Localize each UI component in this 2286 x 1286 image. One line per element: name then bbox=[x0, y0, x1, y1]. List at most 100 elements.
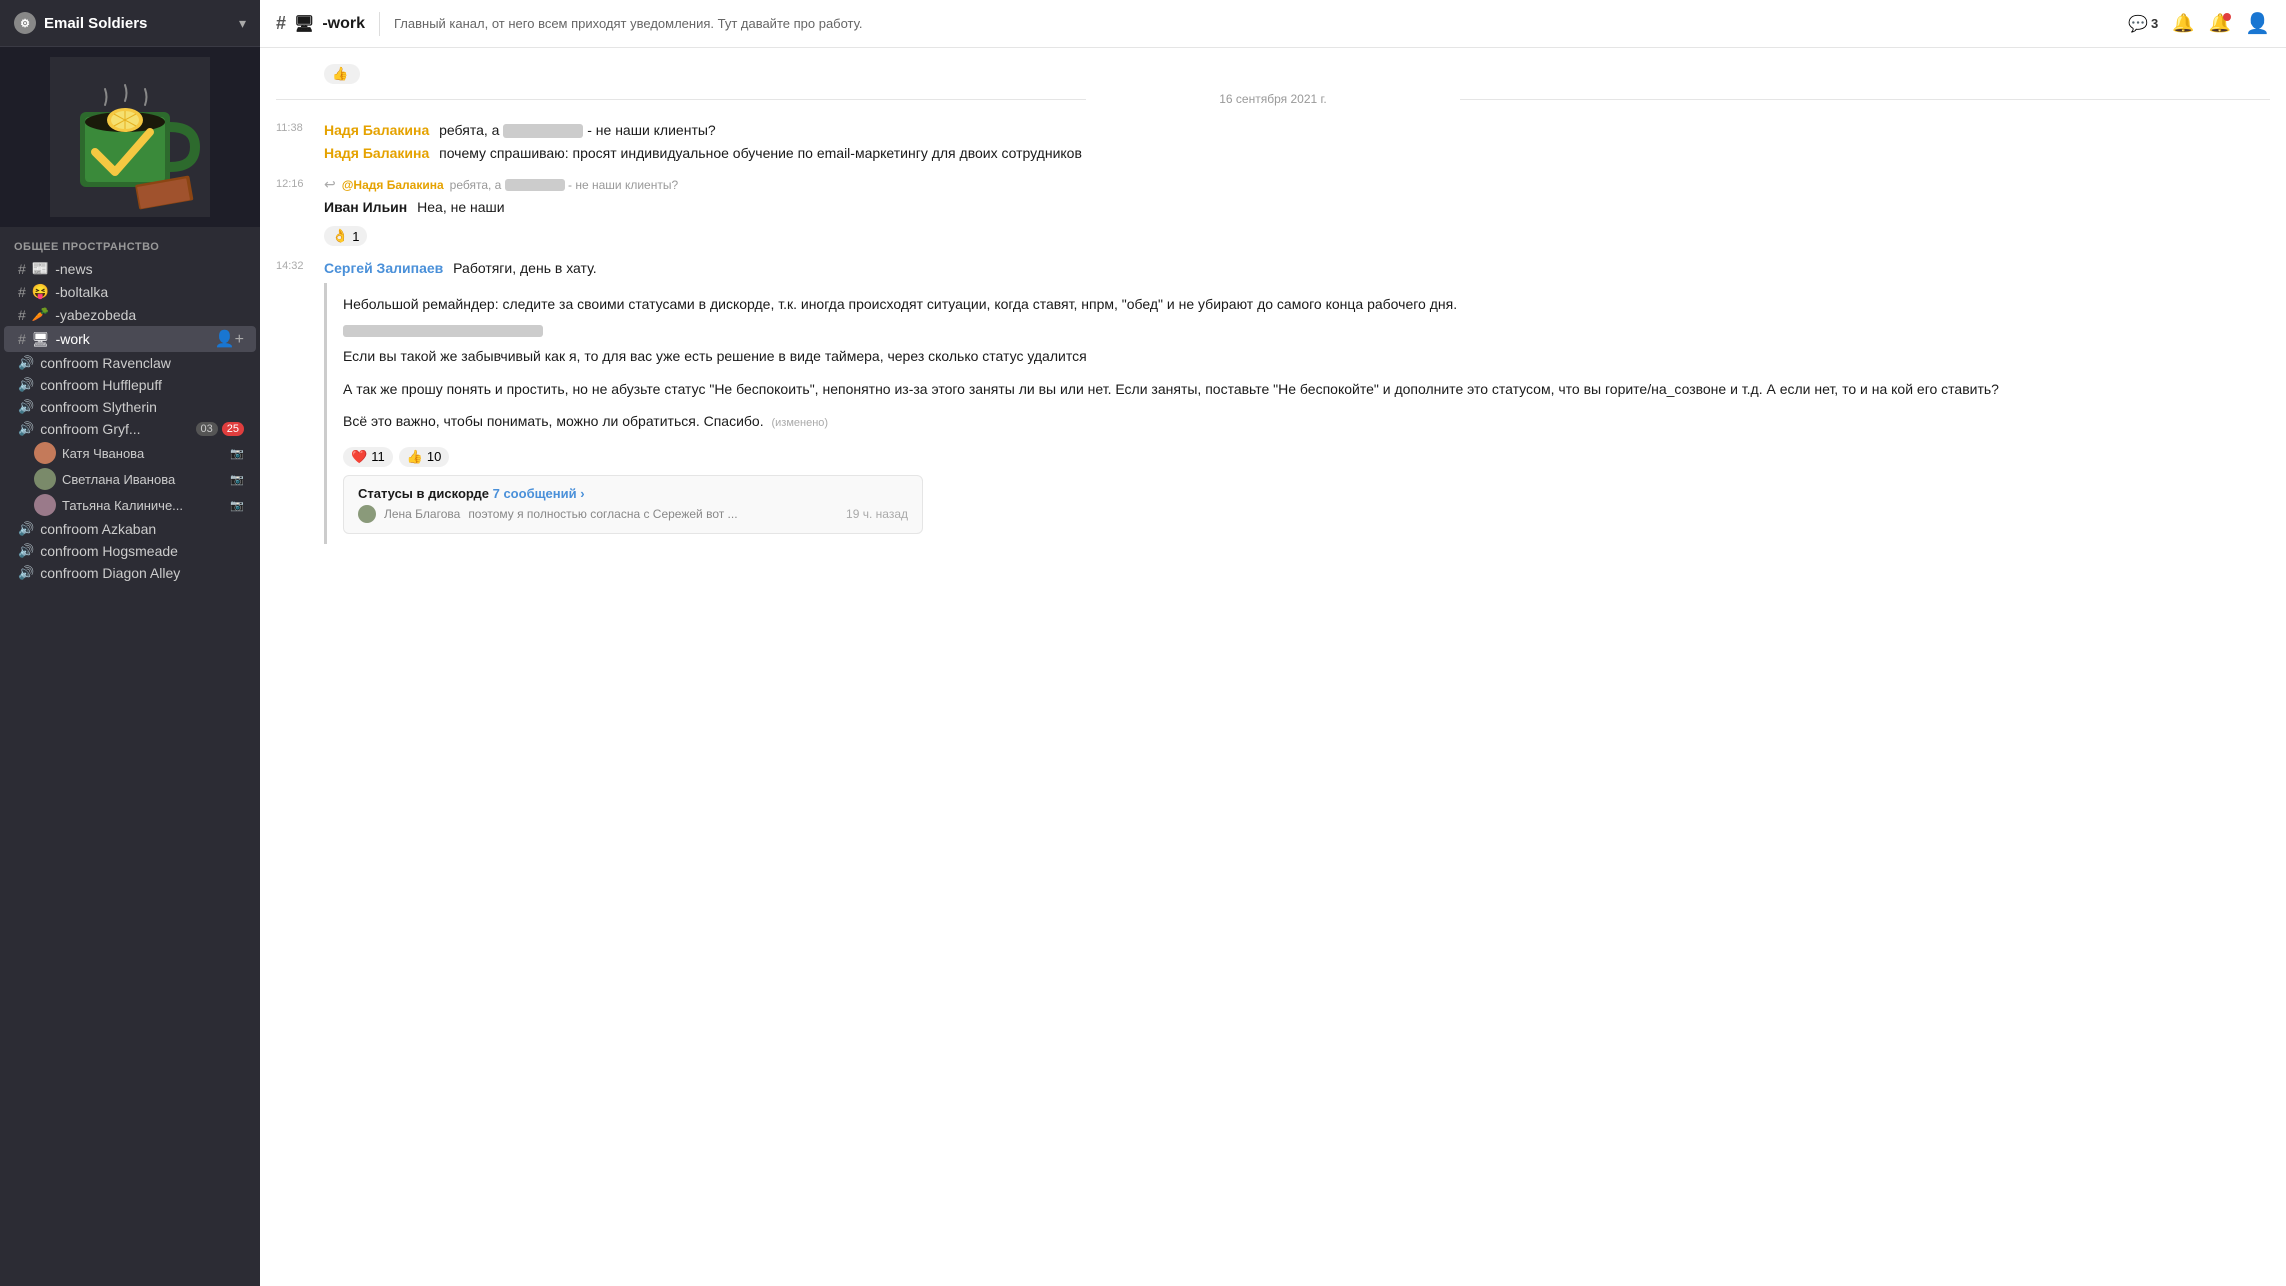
camera-icon: 📷 bbox=[230, 447, 244, 460]
sidebar-header: ⚙ Email Soldiers ▾ bbox=[0, 0, 260, 47]
message-author: Надя Балакина bbox=[324, 122, 429, 138]
message-text: Неа, не наши bbox=[417, 199, 504, 215]
reaction-thumbsup[interactable]: 👍 10 bbox=[399, 447, 450, 467]
notifications-button[interactable]: 🔔 bbox=[2172, 13, 2194, 34]
hash-icon: # bbox=[18, 307, 26, 323]
message-author: Иван Ильин bbox=[324, 199, 407, 215]
message-text: ребята, а - не наши клиенты? bbox=[439, 122, 716, 138]
add-member-icon[interactable]: 👤+ bbox=[215, 329, 244, 349]
divider bbox=[379, 12, 380, 36]
voice-azkaban[interactable]: 🔊 confroom Azkaban bbox=[4, 518, 256, 540]
hash-icon: # bbox=[276, 13, 286, 34]
channel-news[interactable]: # 📰 -news bbox=[4, 257, 256, 280]
voice-gryffindor[interactable]: 🔊 confroom Gryf... 03 25 bbox=[4, 418, 256, 440]
profile-icon: 👤 bbox=[2245, 11, 2270, 36]
blurred-content bbox=[505, 179, 565, 191]
chevron-down-icon[interactable]: ▾ bbox=[239, 15, 246, 32]
message-author: Сергей Залипаев bbox=[324, 260, 443, 276]
workspace-title[interactable]: ⚙ Email Soldiers bbox=[14, 12, 147, 34]
threads-icon: 💬 bbox=[2128, 14, 2148, 34]
channel-work[interactable]: # 🖥 -work 👤+ bbox=[4, 326, 256, 352]
reply-arrow-icon: ↩ bbox=[324, 176, 336, 193]
subuser-katya[interactable]: Катя Чванова 📷 bbox=[4, 440, 256, 466]
thread-preview-msg: Лена Благова поэтому я полностью согласн… bbox=[358, 505, 908, 523]
voice-badges: 03 25 bbox=[196, 422, 245, 436]
message-body: Сергей Залипаев Работяги, день в хату. Н… bbox=[324, 258, 2270, 548]
profile-button[interactable]: 👤 bbox=[2245, 11, 2270, 36]
channel-description: Главный канал, от него всем приходят уве… bbox=[394, 16, 2118, 31]
message-timestamp: 12:16 bbox=[276, 176, 314, 246]
hash-icon: # bbox=[18, 284, 26, 300]
workspace-name: Email Soldiers bbox=[44, 15, 147, 32]
message-author-cont: Надя Балакина bbox=[324, 145, 429, 161]
voice-slytherin[interactable]: 🔊 confroom Slytherin bbox=[4, 396, 256, 418]
speaker-icon: 🔊 bbox=[18, 355, 34, 371]
avatar bbox=[34, 494, 56, 516]
messages-area: 👍 16 сентября 2021 г. 11:38 Надя Балакин… bbox=[260, 48, 2286, 1286]
message-body: Надя Балакина ребята, а - не наши клиент… bbox=[324, 120, 2270, 164]
message-body: ↩ @Надя Балакина ребята, а - не наши кли… bbox=[324, 176, 2270, 246]
thread-avatar bbox=[358, 505, 376, 523]
subuser-svetlana[interactable]: Светлана Иванова 📷 bbox=[4, 466, 256, 492]
reply-text: ребята, а - не наши клиенты? bbox=[450, 178, 679, 192]
long-message-p1: Небольшой ремайндер: следите за своими с… bbox=[343, 293, 2254, 315]
channel-yabezobeda[interactable]: # 🥕 -yabezobeda bbox=[4, 303, 256, 326]
speaker-icon: 🔊 bbox=[18, 399, 34, 415]
blurred-content bbox=[503, 124, 583, 138]
long-message-block: Небольшой ремайндер: следите за своими с… bbox=[324, 283, 2270, 544]
voice-hogsmeade[interactable]: 🔊 confroom Hogsmeade bbox=[4, 540, 256, 562]
threads-button[interactable]: 💬 3 bbox=[2128, 14, 2158, 34]
reaction-thumbsup-top[interactable]: 👍 bbox=[324, 64, 360, 84]
message-group-14-32: 14:32 Сергей Залипаев Работяги, день в х… bbox=[260, 252, 2286, 554]
message-group-11-38: 11:38 Надя Балакина ребята, а - не наши … bbox=[260, 114, 2286, 170]
speaker-icon: 🔊 bbox=[18, 565, 34, 581]
speaker-icon: 🔊 bbox=[18, 521, 34, 537]
thread-preview[interactable]: Статусы в дискорде 7 сообщений › Лена Бл… bbox=[343, 475, 923, 534]
topbar: # 🖥 -work Главный канал, от него всем пр… bbox=[260, 0, 2286, 48]
speaker-icon: 🔊 bbox=[18, 421, 34, 437]
reactions-row: ❤️ 11 👍 10 bbox=[343, 443, 2254, 467]
camera-icon: 📷 bbox=[230, 499, 244, 512]
voice-hufflepuff[interactable]: 🔊 confroom Hufflepuff bbox=[4, 374, 256, 396]
channel-boltalka[interactable]: # 😝 -boltalka bbox=[4, 280, 256, 303]
workspace-icon: ⚙ bbox=[14, 12, 36, 34]
message-text: Работяги, день в хату. bbox=[453, 260, 596, 276]
blurred-bar bbox=[343, 325, 543, 337]
message-text-cont: почему спрашиваю: просят индивидуальное … bbox=[439, 145, 1082, 161]
long-message-p3: А так же прошу понять и простить, но не … bbox=[343, 378, 2254, 400]
mentions-button[interactable]: 🔔 bbox=[2209, 13, 2231, 34]
date-divider: 16 сентября 2021 г. bbox=[260, 84, 2286, 114]
message-group-12-16: 12:16 ↩ @Надя Балакина ребята, а - не на… bbox=[260, 170, 2286, 252]
reaction-ok[interactable]: 👌 1 bbox=[324, 226, 367, 246]
topbar-actions: 💬 3 🔔 🔔 👤 bbox=[2128, 11, 2270, 36]
message-continuation: Надя Балакина почему спрашиваю: просят и… bbox=[324, 143, 2270, 164]
speaker-icon: 🔊 bbox=[18, 377, 34, 393]
camera-icon: 📷 bbox=[230, 473, 244, 486]
reaction-heart[interactable]: ❤️ 11 bbox=[343, 447, 393, 467]
long-message-p2: Если вы такой же забывчивый как я, то дл… bbox=[343, 345, 2254, 367]
message-timestamp: 14:32 bbox=[276, 258, 314, 548]
bell-icon: 🔔 bbox=[2172, 13, 2194, 34]
badge-count: 25 bbox=[222, 422, 244, 436]
subuser-tatyana[interactable]: Татьяна Калиниче... 📷 bbox=[4, 492, 256, 518]
sidebar: ⚙ Email Soldiers ▾ bbox=[0, 0, 260, 1286]
thread-time: 19 ч. назад bbox=[846, 507, 908, 521]
badge-camera: 03 bbox=[196, 422, 218, 436]
avatar bbox=[34, 468, 56, 490]
thread-preview-author: Лена Благова bbox=[384, 507, 460, 521]
reactions-row: 👌 1 bbox=[324, 222, 2270, 246]
thread-link[interactable]: 7 сообщений › bbox=[493, 486, 585, 501]
voice-diagon[interactable]: 🔊 confroom Diagon Alley bbox=[4, 562, 256, 584]
long-message-p4: Всё это важно, чтобы понимать, можно ли … bbox=[343, 410, 2254, 433]
reply-indicator: ↩ @Надя Балакина ребята, а - не наши кли… bbox=[324, 176, 2270, 193]
main-area: # 🖥 -work Главный канал, от него всем пр… bbox=[260, 0, 2286, 1286]
hash-icon: # bbox=[18, 331, 26, 347]
speaker-icon: 🔊 bbox=[18, 543, 34, 559]
thread-preview-text: поэтому я полностью согласна с Сережей в… bbox=[468, 507, 737, 521]
section-label[interactable]: ОБЩЕЕ ПРОСТРАНСТВО bbox=[0, 227, 260, 257]
reply-author: @Надя Балакина bbox=[342, 178, 444, 192]
edited-label: (изменено) bbox=[771, 417, 828, 429]
channel-title: # 🖥 -work bbox=[276, 13, 365, 34]
hash-icon: # bbox=[18, 261, 26, 277]
voice-ravenclaw[interactable]: 🔊 confroom Ravenclaw bbox=[4, 352, 256, 374]
